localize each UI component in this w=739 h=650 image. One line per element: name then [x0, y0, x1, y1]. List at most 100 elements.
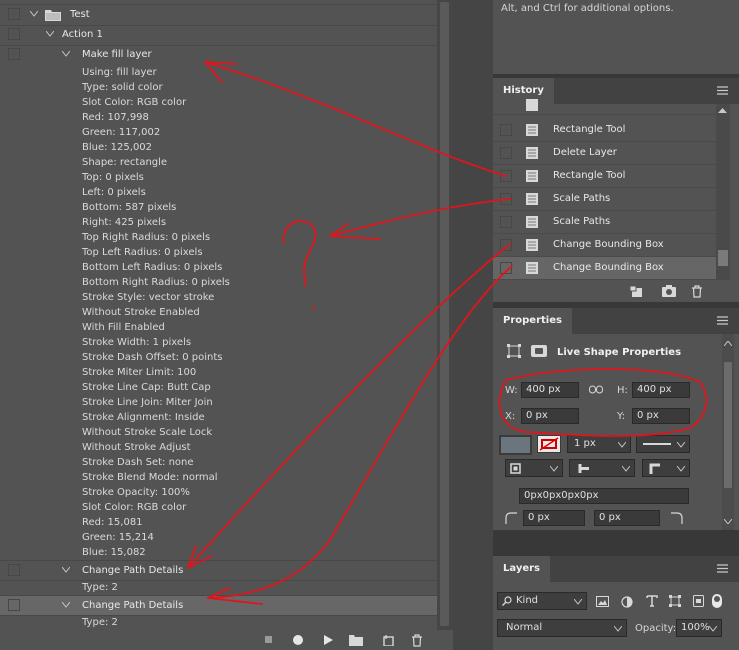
y-label: Y: — [617, 411, 626, 422]
corner-top-left-icon — [505, 512, 517, 527]
history-scroll-thumb[interactable] — [718, 250, 728, 266]
new-action-icon[interactable] — [382, 634, 396, 648]
smart-object-filter-icon[interactable] — [693, 595, 704, 610]
y-field[interactable]: 0 px — [632, 408, 690, 424]
chevron-down-icon[interactable] — [30, 11, 38, 19]
param-line: Slot Color: RGB color — [82, 97, 187, 108]
history-checkbox[interactable] — [500, 124, 512, 136]
image-filter-icon[interactable] — [596, 596, 609, 610]
properties-scroll-thumb[interactable] — [724, 362, 732, 488]
line-join-icon — [649, 463, 661, 477]
new-document-from-state-icon[interactable] — [629, 285, 643, 301]
history-checkbox[interactable] — [500, 170, 512, 182]
history-checkbox[interactable] — [500, 239, 512, 251]
history-label: Scale Paths — [553, 193, 611, 204]
document-icon — [525, 238, 539, 255]
corner-right-field[interactable]: 0 px — [594, 510, 660, 526]
stroke-width-select[interactable]: 1 px — [567, 435, 631, 453]
actions-toolbar — [0, 630, 453, 650]
action-set-row[interactable]: Test — [0, 5, 437, 26]
x-field[interactable]: 0 px — [521, 408, 579, 424]
trash-icon[interactable] — [411, 634, 425, 648]
fill-swatch[interactable] — [499, 435, 532, 455]
param-line: Left: 0 pixels — [82, 187, 146, 198]
toggle-checkbox[interactable] — [8, 48, 20, 60]
history-item[interactable]: Change Bounding Box — [493, 234, 716, 257]
stroke-swatch[interactable] — [537, 435, 561, 453]
height-field[interactable]: 400 px — [632, 382, 690, 398]
action-set-name: Test — [70, 9, 90, 20]
history-item-selected[interactable]: Change Bounding Box — [493, 257, 716, 280]
actions-scroll-thumb[interactable] — [440, 2, 449, 626]
panel-menu-icon[interactable] — [717, 86, 729, 96]
action-step-name: Make fill layer — [82, 49, 152, 60]
history-checkbox[interactable] — [500, 193, 512, 205]
folder-icon[interactable] — [349, 634, 363, 648]
chevron-down-icon[interactable] — [62, 567, 70, 575]
line-cap-select[interactable] — [569, 459, 635, 477]
scroll-up-icon[interactable] — [718, 106, 727, 117]
toggle-checkbox[interactable] — [8, 8, 20, 20]
panel-menu-icon[interactable] — [717, 316, 729, 326]
stroke-type-select[interactable] — [636, 435, 690, 453]
param-line: Stroke Dash Offset: 0 points — [82, 352, 223, 363]
trash-icon[interactable] — [691, 285, 703, 301]
action-step-row-selected[interactable]: Change Path Details — [0, 595, 437, 616]
param-line: Slot Color: RGB color — [82, 502, 187, 513]
history-toolbar — [493, 280, 739, 302]
history-label: Delete Layer — [553, 147, 617, 158]
layers-tabbar: Layers — [493, 556, 739, 582]
play-icon[interactable] — [322, 634, 336, 648]
type-filter-icon[interactable] — [646, 595, 658, 610]
rectangle-shape-icon[interactable] — [531, 345, 547, 360]
panel-menu-icon[interactable] — [717, 564, 729, 574]
history-checkbox[interactable] — [500, 147, 512, 159]
history-scrollbar[interactable] — [716, 104, 730, 280]
width-label: W: — [505, 385, 518, 396]
chevron-down-icon[interactable] — [62, 51, 70, 59]
action-row[interactable]: Action 1 — [0, 25, 437, 46]
corner-radii-field[interactable]: 0px0px0px0px — [519, 488, 689, 504]
history-item[interactable]: Delete Layer — [493, 142, 716, 165]
transform-bounds-icon[interactable] — [507, 344, 521, 361]
action-step-row[interactable]: Make fill layer — [0, 45, 437, 63]
scroll-up-icon[interactable] — [723, 338, 733, 349]
corner-left-field[interactable]: 0 px — [523, 510, 585, 526]
link-icon[interactable] — [589, 385, 603, 397]
param-line: Using: fill layer — [82, 67, 157, 78]
chevron-down-icon[interactable] — [62, 602, 70, 610]
toggle-checkbox[interactable] — [8, 599, 20, 611]
tab-properties[interactable]: Properties — [493, 308, 572, 334]
history-item[interactable]: Rectangle Tool — [493, 165, 716, 188]
properties-scrollbar[interactable] — [722, 334, 734, 530]
history-checkbox[interactable] — [500, 216, 512, 228]
param-line: Right: 425 pixels — [82, 217, 167, 228]
action-step-row[interactable]: Change Path Details — [0, 560, 437, 581]
toggle-checkbox[interactable] — [8, 564, 20, 576]
history-item[interactable]: Rectangle Tool — [493, 119, 716, 142]
layer-filter-select[interactable]: Kind — [497, 592, 587, 610]
param-line: Green: 15,214 — [82, 532, 154, 543]
camera-icon[interactable] — [662, 285, 676, 300]
scroll-down-icon[interactable] — [723, 516, 733, 527]
width-field[interactable]: 400 px — [521, 382, 579, 398]
shape-filter-icon[interactable] — [669, 595, 681, 610]
param-line: Bottom Left Radius: 0 pixels — [82, 262, 223, 273]
blend-mode-select[interactable]: Normal — [497, 619, 627, 637]
history-checkbox[interactable] — [500, 262, 512, 274]
stop-icon[interactable] — [264, 634, 278, 648]
history-item[interactable]: Scale Paths — [493, 188, 716, 211]
x-label: X: — [505, 411, 516, 422]
history-item[interactable] — [493, 92, 716, 115]
chevron-down-icon[interactable] — [46, 31, 54, 39]
corner-top-right-icon — [671, 512, 683, 527]
history-item[interactable]: Scale Paths — [493, 211, 716, 234]
line-join-select[interactable] — [642, 459, 690, 477]
record-icon[interactable] — [292, 634, 306, 648]
filter-toggle[interactable] — [712, 594, 722, 608]
opacity-field[interactable]: 100% — [676, 619, 722, 637]
toggle-checkbox[interactable] — [8, 28, 20, 40]
stroke-align-select[interactable] — [505, 459, 563, 477]
tab-layers[interactable]: Layers — [493, 556, 550, 582]
adjustment-filter-icon[interactable] — [621, 596, 633, 611]
